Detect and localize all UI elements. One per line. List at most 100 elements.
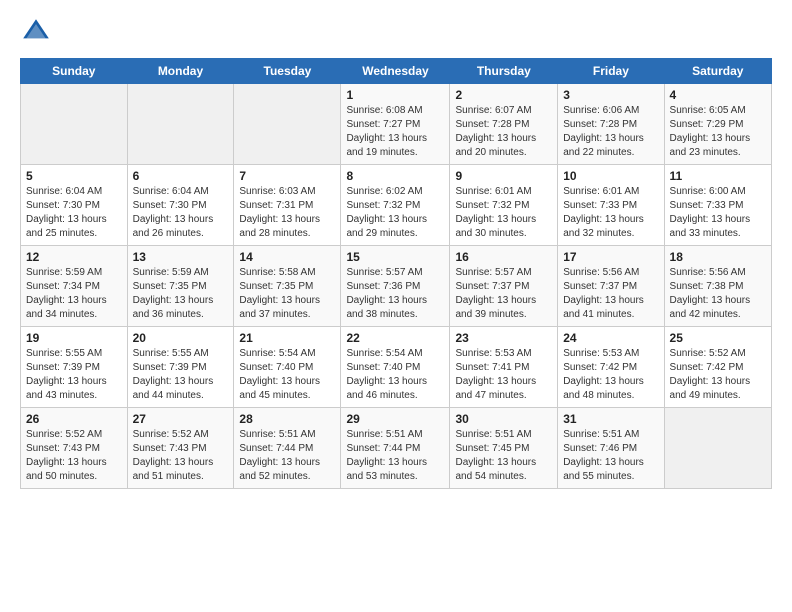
calendar-cell: 6 Sunrise: 6:04 AM Sunset: 7:30 PM Daylig… (127, 165, 234, 246)
calendar-cell: 21Sunrise: 5:54 AM Sunset: 7:40 PM Dayli… (234, 327, 341, 408)
page: SundayMondayTuesdayWednesdayThursdayFrid… (0, 0, 792, 505)
calendar-cell: 29Sunrise: 5:51 AM Sunset: 7:44 PM Dayli… (341, 408, 450, 489)
weekday-header-thursday: Thursday (450, 59, 558, 84)
calendar-cell: 28 Sunrise: 5:51 AM Sunset: 7:44 PM Dayli… (234, 408, 341, 489)
logo (20, 16, 56, 48)
day-info: Sunrise: 6:07 AM Sunset: 7:28 PM Dayligh… (455, 104, 552, 160)
day-number: 3 (563, 88, 658, 102)
calendar-cell (21, 84, 128, 165)
calendar-cell: 31 Sunrise: 5:51 AM Sunset: 7:46 PM Dayli… (558, 408, 664, 489)
weekday-header-tuesday: Tuesday (234, 59, 341, 84)
calendar-cell: 25Sunrise: 5:52 AM Sunset: 7:42 PM Dayli… (664, 327, 771, 408)
day-info: Sunrise: 5:57 AM Sunset: 7:36 PM Dayligh… (346, 266, 444, 322)
day-info: Sunrise: 5:51 AM Sunset: 7:45 PM Dayligh… (455, 428, 552, 484)
day-number: 16 (455, 250, 552, 264)
calendar-table: SundayMondayTuesdayWednesdayThursdayFrid… (20, 58, 772, 489)
day-info: Sunrise: 6:01 AM Sunset: 7:32 PM Dayligh… (455, 185, 552, 241)
calendar-cell (234, 84, 341, 165)
weekday-header-wednesday: Wednesday (341, 59, 450, 84)
calendar-week-4: 19Sunrise: 5:55 AM Sunset: 7:39 PM Dayli… (21, 327, 772, 408)
calendar-cell: 20 Sunrise: 5:55 AM Sunset: 7:39 PM Dayli… (127, 327, 234, 408)
day-info: Sunrise: 6:05 AM Sunset: 7:29 PM Dayligh… (670, 104, 766, 160)
day-info: Sunrise: 6:00 AM Sunset: 7:33 PM Dayligh… (670, 185, 766, 241)
day-info: Sunrise: 5:55 AM Sunset: 7:39 PM Dayligh… (26, 347, 122, 403)
day-number: 31 (563, 412, 658, 426)
day-number: 22 (346, 331, 444, 345)
calendar-cell: 4Sunrise: 6:05 AM Sunset: 7:29 PM Daylig… (664, 84, 771, 165)
day-info: Sunrise: 6:03 AM Sunset: 7:31 PM Dayligh… (239, 185, 335, 241)
day-number: 18 (670, 250, 766, 264)
day-number: 12 (26, 250, 122, 264)
day-info: Sunrise: 5:53 AM Sunset: 7:41 PM Dayligh… (455, 347, 552, 403)
day-number: 26 (26, 412, 122, 426)
day-info: Sunrise: 5:54 AM Sunset: 7:40 PM Dayligh… (346, 347, 444, 403)
weekday-header-saturday: Saturday (664, 59, 771, 84)
calendar-week-5: 26 Sunrise: 5:52 AM Sunset: 7:43 PM Dayli… (21, 408, 772, 489)
calendar-week-3: 12 Sunrise: 5:59 AM Sunset: 7:34 PM Dayli… (21, 246, 772, 327)
calendar-cell: 27 Sunrise: 5:52 AM Sunset: 7:43 PM Dayli… (127, 408, 234, 489)
calendar-cell: 9 Sunrise: 6:01 AM Sunset: 7:32 PM Daylig… (450, 165, 558, 246)
day-info: Sunrise: 5:51 AM Sunset: 7:46 PM Dayligh… (563, 428, 658, 484)
calendar-cell: 19Sunrise: 5:55 AM Sunset: 7:39 PM Dayli… (21, 327, 128, 408)
day-info: Sunrise: 5:59 AM Sunset: 7:34 PM Dayligh… (26, 266, 122, 322)
day-number: 24 (563, 331, 658, 345)
calendar-cell: 23 Sunrise: 5:53 AM Sunset: 7:41 PM Dayli… (450, 327, 558, 408)
day-number: 8 (346, 169, 444, 183)
weekday-header-friday: Friday (558, 59, 664, 84)
day-number: 6 (133, 169, 229, 183)
day-info: Sunrise: 5:51 AM Sunset: 7:44 PM Dayligh… (346, 428, 444, 484)
day-number: 10 (563, 169, 658, 183)
day-info: Sunrise: 5:52 AM Sunset: 7:42 PM Dayligh… (670, 347, 766, 403)
day-info: Sunrise: 6:06 AM Sunset: 7:28 PM Dayligh… (563, 104, 658, 160)
day-info: Sunrise: 5:59 AM Sunset: 7:35 PM Dayligh… (133, 266, 229, 322)
day-number: 1 (346, 88, 444, 102)
day-number: 20 (133, 331, 229, 345)
calendar-body: 1Sunrise: 6:08 AM Sunset: 7:27 PM Daylig… (21, 84, 772, 489)
calendar-week-2: 5 Sunrise: 6:04 AM Sunset: 7:30 PM Daylig… (21, 165, 772, 246)
day-info: Sunrise: 5:51 AM Sunset: 7:44 PM Dayligh… (239, 428, 335, 484)
day-info: Sunrise: 6:04 AM Sunset: 7:30 PM Dayligh… (26, 185, 122, 241)
weekday-header-sunday: Sunday (21, 59, 128, 84)
calendar-cell: 2Sunrise: 6:07 AM Sunset: 7:28 PM Daylig… (450, 84, 558, 165)
day-info: Sunrise: 6:02 AM Sunset: 7:32 PM Dayligh… (346, 185, 444, 241)
day-number: 27 (133, 412, 229, 426)
calendar-cell: 10 Sunrise: 6:01 AM Sunset: 7:33 PM Dayli… (558, 165, 664, 246)
day-info: Sunrise: 5:57 AM Sunset: 7:37 PM Dayligh… (455, 266, 552, 322)
day-number: 30 (455, 412, 552, 426)
calendar-cell: 7 Sunrise: 6:03 AM Sunset: 7:31 PM Daylig… (234, 165, 341, 246)
calendar-cell: 26 Sunrise: 5:52 AM Sunset: 7:43 PM Dayli… (21, 408, 128, 489)
calendar-cell: 18Sunrise: 5:56 AM Sunset: 7:38 PM Dayli… (664, 246, 771, 327)
calendar-cell: 17Sunrise: 5:56 AM Sunset: 7:37 PM Dayli… (558, 246, 664, 327)
day-number: 11 (670, 169, 766, 183)
calendar-cell: 5 Sunrise: 6:04 AM Sunset: 7:30 PM Daylig… (21, 165, 128, 246)
calendar-cell: 13 Sunrise: 5:59 AM Sunset: 7:35 PM Dayli… (127, 246, 234, 327)
day-number: 28 (239, 412, 335, 426)
calendar-cell: 11 Sunrise: 6:00 AM Sunset: 7:33 PM Dayli… (664, 165, 771, 246)
calendar-cell (127, 84, 234, 165)
day-info: Sunrise: 5:56 AM Sunset: 7:37 PM Dayligh… (563, 266, 658, 322)
logo-icon (20, 16, 52, 48)
calendar-cell: 12 Sunrise: 5:59 AM Sunset: 7:34 PM Dayli… (21, 246, 128, 327)
header (20, 16, 772, 48)
day-info: Sunrise: 5:52 AM Sunset: 7:43 PM Dayligh… (26, 428, 122, 484)
calendar-cell (664, 408, 771, 489)
day-number: 7 (239, 169, 335, 183)
calendar-cell: 1Sunrise: 6:08 AM Sunset: 7:27 PM Daylig… (341, 84, 450, 165)
day-info: Sunrise: 5:53 AM Sunset: 7:42 PM Dayligh… (563, 347, 658, 403)
calendar-cell: 3 Sunrise: 6:06 AM Sunset: 7:28 PM Daylig… (558, 84, 664, 165)
calendar-cell: 24 Sunrise: 5:53 AM Sunset: 7:42 PM Dayli… (558, 327, 664, 408)
day-number: 9 (455, 169, 552, 183)
day-info: Sunrise: 5:55 AM Sunset: 7:39 PM Dayligh… (133, 347, 229, 403)
day-info: Sunrise: 5:52 AM Sunset: 7:43 PM Dayligh… (133, 428, 229, 484)
day-info: Sunrise: 6:04 AM Sunset: 7:30 PM Dayligh… (133, 185, 229, 241)
calendar-week-1: 1Sunrise: 6:08 AM Sunset: 7:27 PM Daylig… (21, 84, 772, 165)
day-number: 23 (455, 331, 552, 345)
weekday-row: SundayMondayTuesdayWednesdayThursdayFrid… (21, 59, 772, 84)
day-number: 13 (133, 250, 229, 264)
day-info: Sunrise: 6:01 AM Sunset: 7:33 PM Dayligh… (563, 185, 658, 241)
calendar-cell: 30 Sunrise: 5:51 AM Sunset: 7:45 PM Dayli… (450, 408, 558, 489)
day-number: 5 (26, 169, 122, 183)
weekday-header-monday: Monday (127, 59, 234, 84)
day-number: 14 (239, 250, 335, 264)
day-number: 21 (239, 331, 335, 345)
